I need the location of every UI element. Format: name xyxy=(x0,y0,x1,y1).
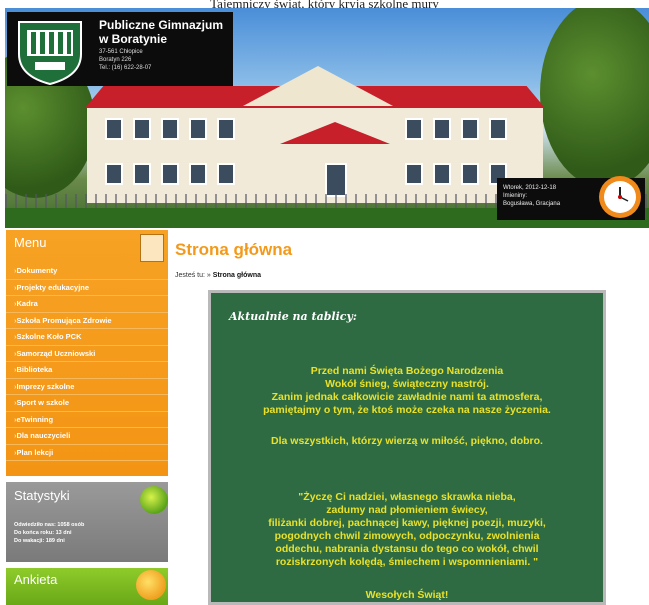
menu-item-plan-lekcji[interactable]: Plan lekcji xyxy=(6,445,168,461)
clock-icon xyxy=(599,176,641,218)
menu-item-kadra[interactable]: Kadra xyxy=(6,296,168,313)
school-crest-icon xyxy=(18,21,82,86)
menu-panel: Menu Dokumenty Projekty edukacyjne Kadra… xyxy=(6,230,168,476)
breadcrumb-current[interactable]: Strona główna xyxy=(213,272,261,279)
poll-icon xyxy=(136,570,166,600)
menu-item-pck[interactable]: Szkolne Koło PCK xyxy=(6,329,168,346)
current-date: Wtorek, 2012-12-18 xyxy=(503,185,557,191)
school-address: 37-561 Chłopice Boratyn 226 Tel.: (16) 6… xyxy=(99,49,152,71)
board-paragraph-3: "Życzę Ci nadziei, własnego skrawka nieb… xyxy=(268,491,546,568)
menu-title: Menu xyxy=(14,235,47,250)
tree-right xyxy=(540,8,649,188)
menu-item-biblioteka[interactable]: Biblioteka xyxy=(6,362,168,379)
notepad-icon xyxy=(140,234,164,262)
name-day-label: Imieniny: xyxy=(503,193,528,199)
notice-board: Aktualnie na tablicy: Przed nami Święta … xyxy=(208,290,606,605)
menu-item-samorzad[interactable]: Samorząd Uczniowski xyxy=(6,346,168,362)
date-info: Wtorek, 2012-12-18 Imieniny: Bogusława, … xyxy=(503,184,560,208)
board-closing: Wesołych Świąt! xyxy=(365,589,449,601)
school-building-image xyxy=(75,66,555,208)
poll-panel[interactable]: Ankieta xyxy=(6,568,168,605)
menu-item-dokumenty[interactable]: Dokumenty xyxy=(6,263,168,280)
breadcrumb: Jesteś tu: » Strona główna xyxy=(175,272,262,279)
stat-holidays: Do wakacji: 189 dni xyxy=(14,538,65,544)
top-caption: Tajemniczy świat, który kryją szkolne mu… xyxy=(0,0,649,8)
school-name: Publiczne Gimnazjum w Boratynie xyxy=(99,18,224,46)
board-heading: Aktualnie na tablicy: xyxy=(229,310,357,323)
menu-item-imprezy[interactable]: Imprezy szkolne xyxy=(6,379,168,395)
menu-item-dla-nauczycieli[interactable]: Dla nauczycieli xyxy=(6,428,168,445)
school-logo-panel[interactable]: Publiczne Gimnazjum w Boratynie 37-561 C… xyxy=(7,12,233,86)
name-day-names: Bogusława, Gracjana xyxy=(503,201,561,207)
menu-item-projekty[interactable]: Projekty edukacyjne xyxy=(6,280,168,296)
menu-item-etwinning[interactable]: eTwinning xyxy=(6,412,168,428)
board-paragraph-1: Przed nami Święta Bożego Narodzenia Wokó… xyxy=(263,365,551,416)
board-paragraph-2: Dla wszystkich, którzy wierzą w miłość, … xyxy=(271,435,543,447)
menu-list: Dokumenty Projekty edukacyjne Kadra Szko… xyxy=(6,263,168,461)
date-panel: Wtorek, 2012-12-18 Imieniny: Bogusława, … xyxy=(497,176,645,220)
sidebar: Menu Dokumenty Projekty edukacyjne Kadra… xyxy=(6,230,168,605)
statistics-panel: Statystyki Odwiedziło nas: 1058 osób Do … xyxy=(6,482,168,562)
statistics-title: Statystyki xyxy=(14,488,70,503)
main-content: Strona główna Jesteś tu: » Strona główna… xyxy=(170,230,649,605)
stat-end-of-year: Do końca roku: 13 dni xyxy=(14,530,72,536)
page-title: Strona główna xyxy=(175,240,293,259)
stat-visits: Odwiedziło nas: 1058 osób xyxy=(14,522,85,528)
menu-item-sport[interactable]: Sport w szkole xyxy=(6,395,168,412)
menu-item-szkola-promujaca[interactable]: Szkoła Promująca Zdrowie xyxy=(6,313,168,329)
pie-chart-icon xyxy=(140,486,168,514)
poll-title: Ankieta xyxy=(14,572,58,587)
